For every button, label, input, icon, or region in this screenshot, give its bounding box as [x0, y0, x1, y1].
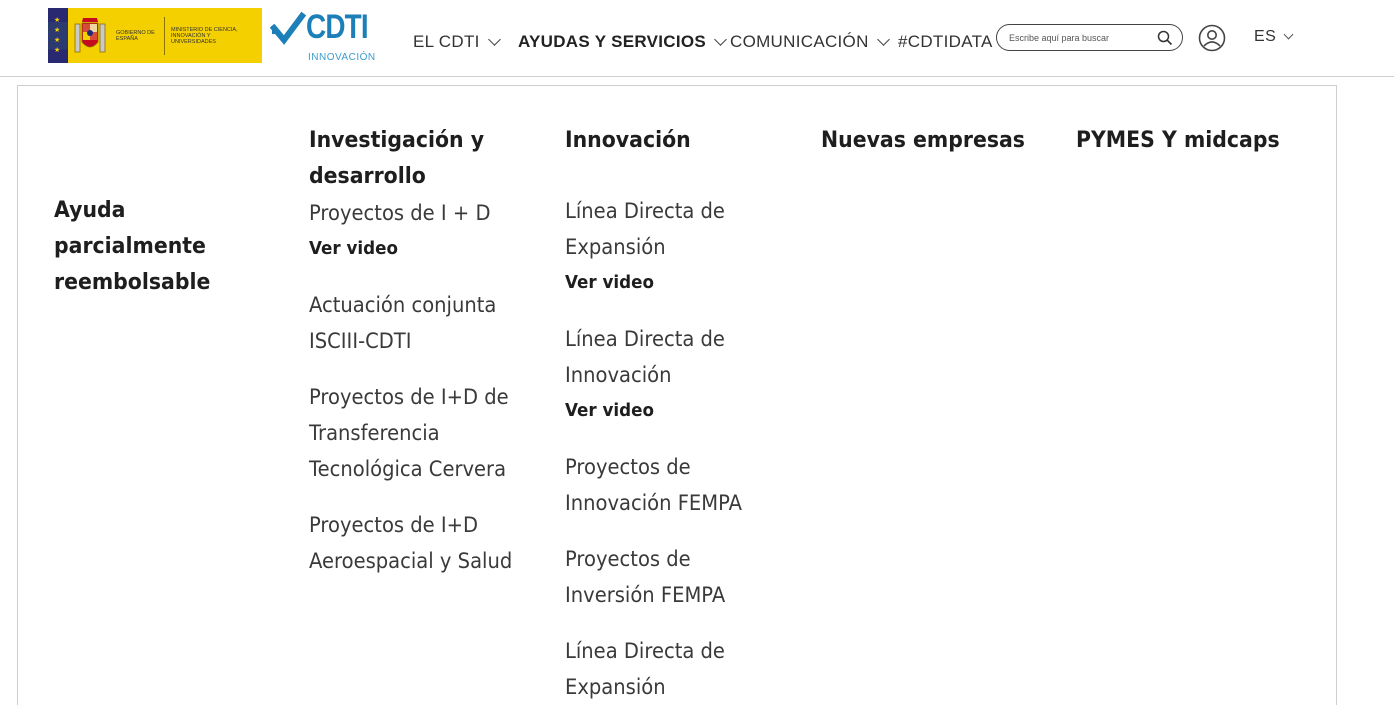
logo-divider [164, 16, 165, 55]
user-icon[interactable] [1198, 24, 1226, 52]
nav-label: AYUDAS Y SERVICIOS [518, 32, 707, 51]
menu-link-transferencia-cervera[interactable]: Proyectos de I+D de Transferencia Tecnol… [309, 379, 532, 487]
search-input[interactable] [1009, 30, 1149, 46]
nav-ayudas-y-servicios[interactable]: AYUDAS Y SERVICIOS [518, 30, 727, 54]
menu-link-inversion-fempa[interactable]: Proyectos de Inversión FEMPA [565, 541, 765, 613]
coat-of-arms-icon [68, 8, 112, 63]
row-label-ayuda-parcialmente-reembolsable: Ayuda parcialmente reembolsable [54, 198, 211, 295]
nav-comunicacion[interactable]: COMUNICACIÓN [730, 30, 890, 54]
cdti-wordmark: CDTI [306, 8, 369, 46]
ver-video-link[interactable]: Ver video [565, 399, 654, 423]
column-heading-pymes-midcaps[interactable]: PYMES Y midcaps [1076, 123, 1280, 159]
chevron-down-icon [1283, 29, 1294, 40]
ver-video-link[interactable]: Ver video [565, 271, 654, 295]
cdti-logo[interactable]: CDTI INNOVACIÓN [270, 8, 375, 66]
chevron-down-icon [876, 32, 890, 46]
nav-label: EL CDTI [413, 32, 480, 51]
cdti-subtitle: INNOVACIÓN [308, 52, 376, 63]
menu-link-linea-directa-innovacion[interactable]: Línea Directa de Innovación [565, 321, 765, 393]
column-heading-innovacion[interactable]: Innovación [565, 123, 691, 159]
ministerio-label: MINISTERIO DE CIENCIA, INNOVACIÓN Y UNIV… [171, 26, 238, 45]
menu-link-actuacion-conjunta[interactable]: Actuación conjunta ISCIII-CDTI [309, 287, 532, 359]
gobierno-label: GOBIERNO DE ESPAÑA [116, 29, 155, 42]
language-label: ES [1254, 28, 1277, 45]
search-icon[interactable] [1157, 30, 1173, 46]
search-box[interactable] [996, 24, 1183, 51]
eu-flag-icon: ★ ★ ★ ★ [48, 8, 68, 63]
language-selector[interactable]: ES [1254, 28, 1294, 46]
site-header: ★ ★ ★ ★ GOBIERNO DE ESPAÑA MINISTERIO DE CI… [0, 0, 1394, 77]
column-heading-nuevas-empresas[interactable]: Nuevas empresas [821, 123, 1025, 159]
menu-link-innovacion-fempa[interactable]: Proyectos de Innovación FEMPA [565, 449, 765, 521]
nav-label: COMUNICACIÓN [730, 32, 869, 51]
menu-link-proyectos-id[interactable]: Proyectos de I + D [309, 195, 532, 231]
chevron-down-icon [487, 32, 501, 46]
menu-link-linea-directa-expansion[interactable]: Línea Directa de Expansión [565, 193, 765, 265]
chevron-down-icon [714, 32, 727, 46]
ver-video-link[interactable]: Ver video [309, 237, 398, 261]
nav-cdtidata[interactable]: #CDTIDATA [898, 30, 993, 54]
nav-el-cdti[interactable]: EL CDTI [413, 30, 501, 54]
cdti-mark-icon [270, 11, 306, 45]
column-heading-investigacion[interactable]: Investigación y desarrollo [309, 123, 523, 195]
menu-link-linea-directa-expansion-2[interactable]: Línea Directa de Expansión [565, 633, 765, 705]
government-logo[interactable]: ★ ★ ★ ★ GOBIERNO DE ESPAÑA MINISTERIO DE CI… [48, 8, 262, 63]
menu-link-aeroespacial-salud[interactable]: Proyectos de I+D Aeroespacial y Salud [309, 507, 532, 579]
nav-label: #CDTIDATA [898, 32, 993, 51]
